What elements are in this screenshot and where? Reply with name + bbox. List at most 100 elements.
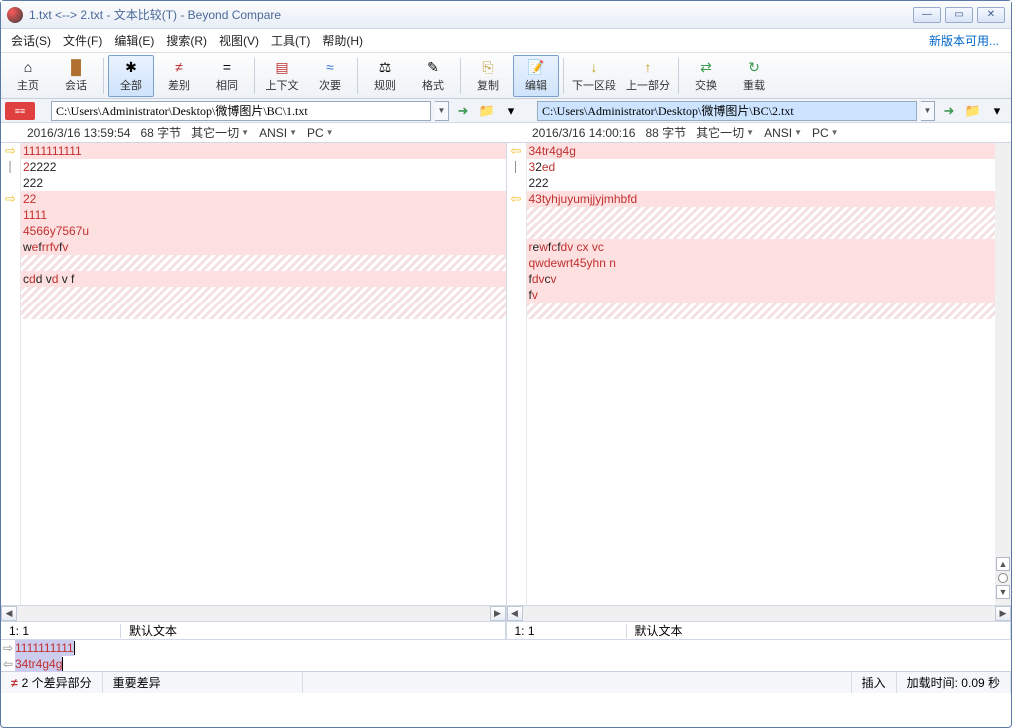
code-line[interactable]: 32ed bbox=[527, 159, 1012, 175]
code-line[interactable]: 222 bbox=[527, 175, 1012, 191]
left-history-icon[interactable]: ▾ bbox=[501, 101, 521, 121]
code-line[interactable]: fdvcv bbox=[527, 271, 1012, 287]
left-browse-icon[interactable]: ➜ bbox=[453, 101, 473, 121]
minor-icon: ≈ bbox=[321, 58, 339, 76]
left-path-dropdown[interactable]: ▼ bbox=[435, 101, 449, 121]
menu-search[interactable]: 搜索(R) bbox=[160, 29, 213, 52]
status-insert-mode: 插入 bbox=[852, 672, 897, 693]
code-line[interactable] bbox=[21, 303, 506, 319]
pathbar: ≡≡ ▼ ➜ 📁 ▾ ▼ ➜ 📁 ▾ bbox=[1, 99, 1011, 123]
left-size: 68 字节 bbox=[140, 124, 181, 141]
close-button[interactable]: ✕ bbox=[977, 7, 1005, 23]
scroll-up-icon[interactable]: ▲ bbox=[996, 557, 1010, 571]
menubar: 会话(S) 文件(F) 编辑(E) 搜索(R) 视图(V) 工具(T) 帮助(H… bbox=[1, 29, 1011, 53]
code-line[interactable] bbox=[527, 303, 1012, 319]
scroll-down-icon[interactable]: ▼ bbox=[996, 585, 1010, 599]
compare-mode-icon[interactable]: ≡≡ bbox=[5, 102, 35, 120]
toolbar-copy[interactable]: ⎘复制 bbox=[465, 55, 511, 97]
code-line[interactable]: 1111111111 bbox=[21, 143, 506, 159]
code-line[interactable]: cdd vd v f bbox=[21, 271, 506, 287]
merge-preview[interactable]: ⇨1111111111 ⇦34tr4g4g bbox=[1, 639, 1011, 671]
code-line[interactable] bbox=[527, 207, 1012, 223]
right-pane: ⇦│⇦ 34tr4g4g32ed22243tyhjuyumjjyjmhbfdre… bbox=[507, 143, 1012, 639]
right-hscroll[interactable]: ◀▶ bbox=[507, 605, 1012, 621]
right-other[interactable]: 其它一切▼ bbox=[696, 124, 754, 141]
toolbar-reload[interactable]: ↻重载 bbox=[731, 55, 777, 97]
notequal-icon: ≠ bbox=[170, 58, 188, 76]
arrow-up-icon: ↑ bbox=[639, 58, 657, 76]
left-hscroll[interactable]: ◀▶ bbox=[1, 605, 506, 621]
minimize-button[interactable]: — bbox=[913, 7, 941, 23]
code-line[interactable]: 22 bbox=[21, 191, 506, 207]
code-line[interactable]: 22222 bbox=[21, 159, 506, 175]
toolbar-next-diff[interactable]: ↓下一区段 bbox=[568, 55, 620, 97]
status-spacer bbox=[303, 672, 852, 693]
status-load-time: 加载时间: 0.09 秒 bbox=[897, 672, 1011, 693]
code-line[interactable]: 34tr4g4g bbox=[527, 143, 1012, 159]
rules-icon: ⚖ bbox=[376, 58, 394, 76]
edit-icon: 📝 bbox=[527, 58, 545, 76]
left-open-folder-icon[interactable]: 📁 bbox=[477, 101, 497, 121]
menu-tools[interactable]: 工具(T) bbox=[265, 29, 316, 52]
menu-view[interactable]: 视图(V) bbox=[213, 29, 265, 52]
code-line[interactable]: 1111 bbox=[21, 207, 506, 223]
code-line[interactable] bbox=[527, 223, 1012, 239]
toolbar-rules[interactable]: ⚖规则 bbox=[362, 55, 408, 97]
merge-arrow-left-icon: ⇦ bbox=[1, 656, 15, 672]
toolbar-prev-diff[interactable]: ↑上一部分 bbox=[622, 55, 674, 97]
right-browse-icon[interactable]: ➜ bbox=[939, 101, 959, 121]
toolbar-context[interactable]: ▤上下文 bbox=[259, 55, 305, 97]
menu-file[interactable]: 文件(F) bbox=[57, 29, 108, 52]
titlebar: 1.txt <--> 2.txt - 文本比较(T) - Beyond Comp… bbox=[1, 1, 1011, 29]
briefcase-icon: ▐▌ bbox=[67, 58, 85, 76]
toolbar-sessions[interactable]: ▐▌会话 bbox=[53, 55, 99, 97]
toolbar-home[interactable]: ⌂主页 bbox=[5, 55, 51, 97]
vscroll-controls[interactable]: ▲ ▼ bbox=[995, 143, 1011, 605]
format-icon: ✎ bbox=[424, 58, 442, 76]
right-open-folder-icon[interactable]: 📁 bbox=[963, 101, 983, 121]
scroll-thumb-icon[interactable] bbox=[998, 573, 1008, 583]
right-platform[interactable]: PC▼ bbox=[812, 126, 839, 140]
toolbar-swap[interactable]: ⇄交换 bbox=[683, 55, 729, 97]
diff-arrow-icon: ⇨ bbox=[5, 191, 16, 207]
update-link[interactable]: 新版本可用... bbox=[921, 29, 1007, 52]
right-history-icon[interactable]: ▾ bbox=[987, 101, 1007, 121]
code-line[interactable]: 222 bbox=[21, 175, 506, 191]
toolbar-format[interactable]: ✎格式 bbox=[410, 55, 456, 97]
code-line[interactable] bbox=[21, 287, 506, 303]
code-line[interactable]: fv bbox=[527, 287, 1012, 303]
maximize-button[interactable]: ▭ bbox=[945, 7, 973, 23]
code-line[interactable]: rewfcfdv cx vc bbox=[527, 239, 1012, 255]
code-line[interactable]: qwdewrt45yhn n bbox=[527, 255, 1012, 271]
right-code-area[interactable]: 34tr4g4g32ed22243tyhjuyumjjyjmhbfd rewfcf… bbox=[527, 143, 1012, 605]
left-other[interactable]: 其它一切▼ bbox=[191, 124, 249, 141]
left-code-area[interactable]: 1111111111222222222211114566y7567uwefrrf… bbox=[21, 143, 506, 605]
code-line[interactable] bbox=[21, 255, 506, 271]
left-pane: ⇨│⇨ 1111111111222222222211114566y7567uwe… bbox=[1, 143, 507, 639]
left-path-input[interactable] bbox=[51, 101, 431, 121]
menu-edit[interactable]: 编辑(E) bbox=[108, 29, 160, 52]
toolbar-same[interactable]: =相同 bbox=[204, 55, 250, 97]
left-subinfo: 1: 1 默认文本 bbox=[1, 621, 506, 639]
right-timestamp: 2016/3/16 14:00:16 bbox=[532, 126, 635, 140]
right-encoding[interactable]: ANSI▼ bbox=[764, 126, 802, 140]
toolbar-all[interactable]: ✱全部 bbox=[108, 55, 154, 97]
right-path-input[interactable] bbox=[537, 101, 917, 121]
toolbar-edit[interactable]: 📝编辑 bbox=[513, 55, 559, 97]
left-cursor-pos: 1: 1 bbox=[1, 624, 121, 638]
toolbar-minor[interactable]: ≈次要 bbox=[307, 55, 353, 97]
app-icon bbox=[7, 7, 23, 23]
toolbar-diffs[interactable]: ≠差别 bbox=[156, 55, 202, 97]
code-line[interactable]: 43tyhjuyumjjyjmhbfd bbox=[527, 191, 1012, 207]
code-line[interactable]: wefrrfvfv bbox=[21, 239, 506, 255]
right-path-dropdown[interactable]: ▼ bbox=[921, 101, 935, 121]
right-mode: 默认文本 bbox=[627, 622, 1012, 639]
menu-session[interactable]: 会话(S) bbox=[5, 29, 57, 52]
menu-help[interactable]: 帮助(H) bbox=[316, 29, 369, 52]
status-important-diff: 重要差异 bbox=[103, 672, 303, 693]
statusbar: ≠2 个差异部分 重要差异 插入 加载时间: 0.09 秒 bbox=[1, 671, 1011, 693]
code-line[interactable]: 4566y7567u bbox=[21, 223, 506, 239]
merge-row1: 1111111111 bbox=[15, 641, 74, 655]
left-platform[interactable]: PC▼ bbox=[307, 126, 334, 140]
left-encoding[interactable]: ANSI▼ bbox=[259, 126, 297, 140]
